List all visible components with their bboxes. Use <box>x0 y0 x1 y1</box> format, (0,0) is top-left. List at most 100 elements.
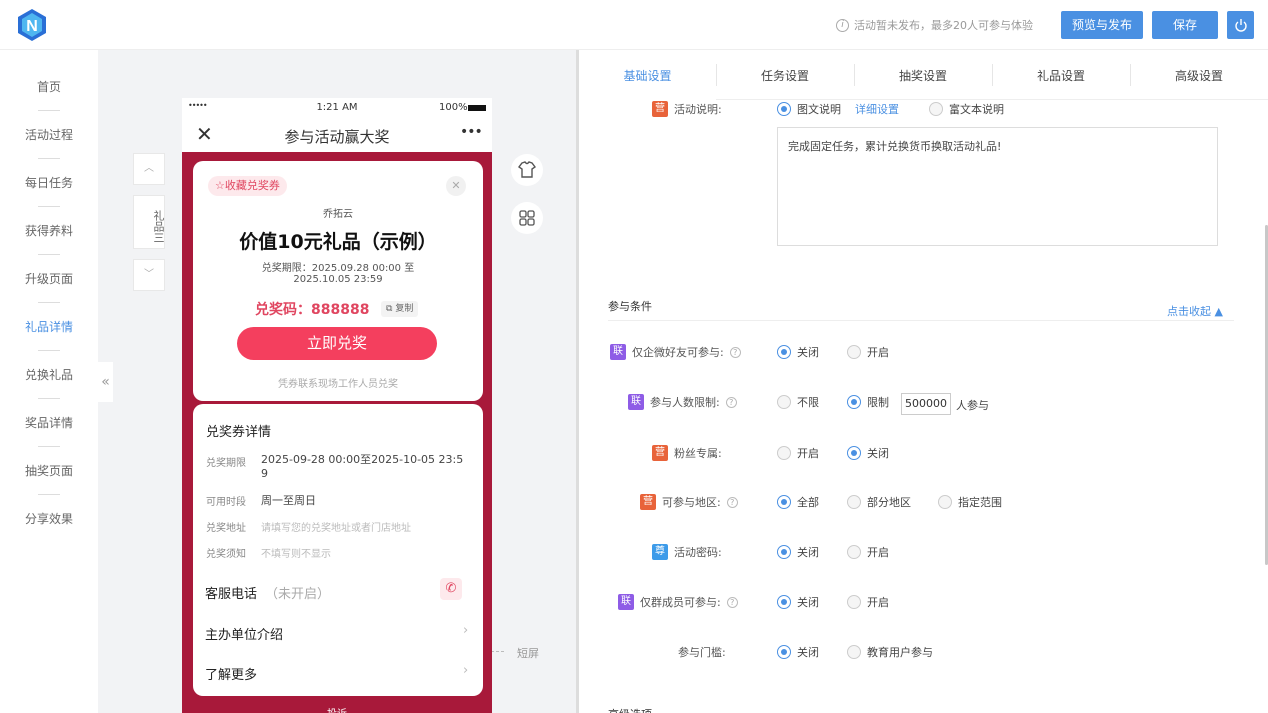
redeem-now-button[interactable]: 立即兑奖 <box>237 327 437 360</box>
help-icon[interactable]: ? <box>726 496 738 508</box>
activity-desc-row: 营 活动说明: 图文说明 详细设置 富文本说明 <box>579 101 1268 121</box>
radio-rich-text[interactable]: 富文本说明 <box>929 101 1004 117</box>
radio-label: 不限 <box>797 396 819 409</box>
condition-row: 参与门槛: 关闭 教育用户参与 <box>579 644 1268 664</box>
contact-badge: 联 <box>628 394 644 410</box>
radio-option[interactable]: 部分地区 <box>847 494 911 510</box>
prev-page-button[interactable]: ︿ <box>133 153 165 185</box>
radio-label: 关闭 <box>797 546 819 559</box>
contact-badge: 联 <box>610 344 626 360</box>
radio-circle <box>847 595 861 609</box>
layout-button[interactable] <box>511 202 543 234</box>
radio-circle <box>847 645 861 659</box>
help-icon[interactable]: ? <box>725 396 737 408</box>
left-nav: 首页 活动过程 每日任务 获得养料 升级页面 礼品详情 兑换礼品 奖品详情 抽奖… <box>0 50 98 713</box>
tab-basic[interactable]: 基础设置 <box>579 50 716 100</box>
more-icon[interactable]: ••• <box>460 124 483 140</box>
preview-publish-button[interactable]: 预览与发布 <box>1061 11 1143 39</box>
condition-label: 仅企微好友可参与: <box>632 346 724 359</box>
detail-key-hours: 可用时段 <box>206 497 246 508</box>
condition-row: 联 仅群成员可参与: ? 关闭 开启 <box>579 594 1268 614</box>
collapse-link[interactable]: 点击收起 ▲ <box>1167 303 1223 319</box>
battery-icon <box>468 105 486 111</box>
activity-desc-label: 活动说明: <box>674 103 722 116</box>
radio-option[interactable]: 指定范围 <box>938 494 1002 510</box>
radio-label: 关闭 <box>797 646 819 659</box>
nav-item-share-effect[interactable]: 分享效果 <box>0 510 98 527</box>
tab-lottery[interactable]: 抽奖设置 <box>854 50 992 100</box>
phone-preview: ••••• 1:21 AM 100% ✕ 参与活动赢大奖 ••• ☆收藏兑奖券 … <box>182 98 492 713</box>
grid-icon <box>519 210 535 226</box>
radio-option[interactable]: 开启 <box>847 594 889 610</box>
help-icon[interactable]: ? <box>726 596 738 608</box>
radio-circle <box>777 102 791 116</box>
radio-label: 开启 <box>867 346 889 359</box>
tab-tasks[interactable]: 任务设置 <box>716 50 854 100</box>
learn-more-row[interactable]: 了解更多 › <box>193 652 483 692</box>
radio-option[interactable]: 限制 <box>847 394 889 410</box>
copy-button[interactable]: ⧉ 复制 <box>381 301 419 317</box>
chevron-up-icon: ︿ <box>144 163 154 174</box>
nav-item-prize-details[interactable]: 奖品详情 <box>0 414 98 431</box>
radio-circle <box>777 345 791 359</box>
detail-value-hours: 周一至周日 <box>261 494 316 507</box>
activity-desc-textarea[interactable]: 完成固定任务，累计兑换货币换取活动礼品! <box>777 127 1218 246</box>
condition-row: 营 可参与地区: ? 全部 部分地区 指定范围 <box>579 494 1268 514</box>
close-card-icon[interactable]: ✕ <box>446 176 466 196</box>
service-phone-row[interactable]: 客服电话 （未开启） ✆ <box>193 570 483 610</box>
radio-option[interactable]: 关闭 <box>777 644 819 660</box>
radio-option[interactable]: 教育用户参与 <box>847 644 933 660</box>
power-button[interactable] <box>1227 11 1254 39</box>
radio-option[interactable]: 关闭 <box>777 544 819 560</box>
marketing-badge: 营 <box>640 494 656 510</box>
app-logo-icon[interactable]: N <box>15 8 49 42</box>
nav-item-upgrade[interactable]: 升级页面 <box>0 270 98 287</box>
tab-advanced[interactable]: 高级设置 <box>1130 50 1268 100</box>
nav-item-daily-task[interactable]: 每日任务 <box>0 174 98 191</box>
nav-item-nutrients[interactable]: 获得养料 <box>0 222 98 239</box>
radio-option[interactable]: 不限 <box>777 394 819 410</box>
collapse-link-label: 点击收起 <box>1167 305 1211 318</box>
condition-row: 联 参与人数限制: ? 不限 限制 500000 人参与 <box>579 393 1268 415</box>
power-icon <box>1234 19 1247 32</box>
participant-limit-input[interactable]: 500000 <box>901 393 951 415</box>
radio-option[interactable]: 开启 <box>777 445 819 461</box>
next-page-button[interactable]: ﹀ <box>133 259 165 291</box>
organizer-row[interactable]: 主办单位介绍 › <box>193 612 483 652</box>
top-bar: N i 活动暂未发布，最多20人可参与体验 预览与发布 保存 <box>0 0 1268 50</box>
radio-circle <box>777 645 791 659</box>
detail-settings-link[interactable]: 详细设置 <box>855 101 899 117</box>
radio-circle <box>847 495 861 509</box>
radio-option[interactable]: 开启 <box>847 344 889 360</box>
radio-option[interactable]: 关闭 <box>777 594 819 610</box>
chevron-down-icon: ﹀ <box>144 269 154 280</box>
radio-graphic-desc[interactable]: 图文说明 <box>777 101 841 117</box>
radio-label: 关闭 <box>797 596 819 609</box>
detail-value-period: 2025-09-28 00:00至2025-10-05 23:59 <box>261 453 464 480</box>
nav-item-gift-details[interactable]: 礼品详情 <box>0 318 98 335</box>
save-button[interactable]: 保存 <box>1152 11 1218 39</box>
radio-option[interactable]: 关闭 <box>777 344 819 360</box>
radio-circle <box>777 495 791 509</box>
radio-option[interactable]: 关闭 <box>847 445 889 461</box>
radio-label: 关闭 <box>797 346 819 359</box>
radio-circle <box>777 395 791 409</box>
chevron-right-icon: › <box>463 663 469 678</box>
nav-item-process[interactable]: 活动过程 <box>0 126 98 143</box>
nav-item-lottery-page[interactable]: 抽奖页面 <box>0 462 98 479</box>
radio-label: 富文本说明 <box>949 103 1004 116</box>
radio-label: 关闭 <box>867 447 889 460</box>
theme-button[interactable] <box>511 154 543 186</box>
collapse-nav-button[interactable]: « <box>98 362 113 402</box>
radio-circle <box>847 345 861 359</box>
page-label: 礼品三 <box>133 195 165 249</box>
info-icon: i <box>836 18 849 32</box>
complaint-link[interactable]: 投诉 <box>182 705 492 713</box>
radio-option[interactable]: 开启 <box>847 544 889 560</box>
radio-option[interactable]: 全部 <box>777 494 819 510</box>
tab-gifts[interactable]: 礼品设置 <box>992 50 1130 100</box>
collect-voucher-button[interactable]: ☆收藏兑奖券 <box>208 176 287 196</box>
nav-item-redeem-gift[interactable]: 兑换礼品 <box>0 366 98 383</box>
nav-item-home[interactable]: 首页 <box>0 78 98 95</box>
help-icon[interactable]: ? <box>729 346 741 358</box>
